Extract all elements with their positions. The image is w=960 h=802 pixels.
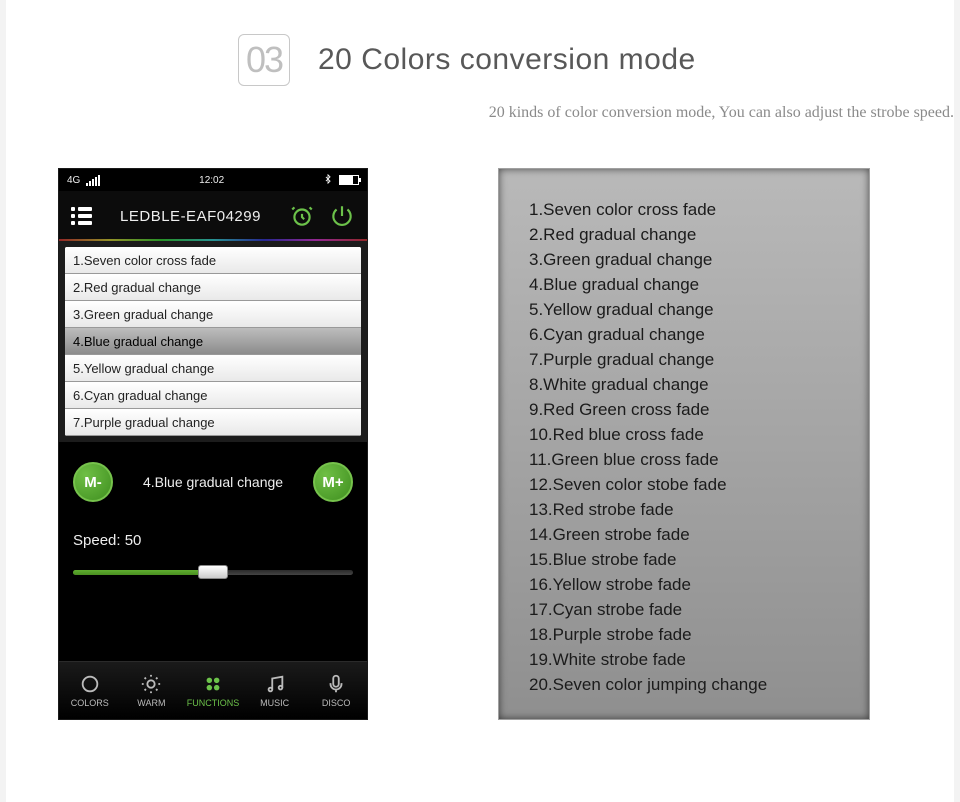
mode-line: 17.Cyan strobe fade bbox=[529, 597, 839, 622]
tab-label: FUNCTIONS bbox=[187, 698, 240, 708]
mode-list-row[interactable]: 3.Green gradual change bbox=[65, 301, 361, 328]
section-title: 20 Colors conversion mode bbox=[318, 43, 696, 77]
mode-controls: M- 4.Blue gradual change M+ bbox=[59, 442, 367, 512]
bottom-tabs: COLORS WARM FUNCTIONS MUSIC DISCO bbox=[59, 661, 367, 719]
mode-line: 13.Red strobe fade bbox=[529, 497, 839, 522]
clock-label: 12:02 bbox=[199, 175, 224, 186]
mode-line: 9.Red Green cross fade bbox=[529, 397, 839, 422]
functions-icon bbox=[202, 673, 224, 695]
mode-line: 14.Green strobe fade bbox=[529, 522, 839, 547]
music-icon bbox=[264, 673, 286, 695]
alarm-icon[interactable] bbox=[289, 203, 315, 229]
mode-line: 6.Cyan gradual change bbox=[529, 322, 839, 347]
power-icon[interactable] bbox=[329, 203, 355, 229]
mode-list-row[interactable]: 1.Seven color cross fade bbox=[65, 247, 361, 274]
mode-line: 8.White gradual change bbox=[529, 372, 839, 397]
tab-disco[interactable]: DISCO bbox=[305, 662, 367, 719]
mode-list-row[interactable]: 2.Red gradual change bbox=[65, 274, 361, 301]
tab-label: MUSIC bbox=[260, 698, 289, 708]
mode-list-row[interactable]: 4.Blue gradual change bbox=[65, 328, 361, 355]
current-mode-label: 4.Blue gradual change bbox=[143, 474, 283, 490]
warm-icon bbox=[140, 673, 162, 695]
mode-list-row[interactable]: 5.Yellow gradual change bbox=[65, 355, 361, 382]
page-edge bbox=[954, 0, 960, 802]
mode-list-row[interactable]: 6.Cyan gradual change bbox=[65, 382, 361, 409]
app-header: LEDBLE-EAF04299 bbox=[59, 191, 367, 241]
network-label: 4G bbox=[67, 175, 80, 186]
status-bar: 4G 12:02 bbox=[59, 169, 367, 191]
page-edge bbox=[0, 0, 6, 802]
mode-line: 3.Green gradual change bbox=[529, 247, 839, 272]
speed-label: Speed: 50 bbox=[73, 532, 353, 549]
mode-line: 18.Purple strobe fade bbox=[529, 622, 839, 647]
speed-slider[interactable] bbox=[73, 563, 353, 581]
mode-line: 7.Purple gradual change bbox=[529, 347, 839, 372]
modes-panel: 1.Seven color cross fade2.Red gradual ch… bbox=[498, 168, 870, 720]
tab-label: DISCO bbox=[322, 698, 351, 708]
mode-line: 15.Blue strobe fade bbox=[529, 547, 839, 572]
mode-list-row[interactable]: 7.Purple gradual change bbox=[65, 409, 361, 436]
bluetooth-icon bbox=[323, 174, 333, 187]
mode-line: 12.Seven color stobe fade bbox=[529, 472, 839, 497]
mode-line: 10.Red blue cross fade bbox=[529, 422, 839, 447]
section-subtitle: 20 kinds of color conversion mode, You c… bbox=[0, 104, 960, 122]
tab-label: COLORS bbox=[71, 698, 109, 708]
mode-line: 2.Red gradual change bbox=[529, 222, 839, 247]
speed-control: Speed: 50 bbox=[59, 512, 367, 605]
tab-colors[interactable]: COLORS bbox=[59, 662, 121, 719]
device-title: LEDBLE-EAF04299 bbox=[120, 208, 261, 225]
phone-screenshot: 4G 12:02 LEDBLE-EAF04299 bbox=[58, 168, 368, 720]
tab-music[interactable]: MUSIC bbox=[244, 662, 306, 719]
colors-icon bbox=[79, 673, 101, 695]
section-number-badge: 03 bbox=[238, 34, 290, 86]
disco-icon bbox=[325, 673, 347, 695]
menu-icon[interactable] bbox=[71, 207, 92, 225]
tab-label: WARM bbox=[137, 698, 165, 708]
mode-line: 11.Green blue cross fade bbox=[529, 447, 839, 472]
mode-line: 1.Seven color cross fade bbox=[529, 197, 839, 222]
mode-line: 16.Yellow strobe fade bbox=[529, 572, 839, 597]
signal-icon bbox=[86, 175, 100, 186]
next-mode-button[interactable]: M+ bbox=[313, 462, 353, 502]
tab-functions[interactable]: FUNCTIONS bbox=[182, 662, 244, 719]
section-number: 03 bbox=[246, 39, 282, 81]
mode-line: 5.Yellow gradual change bbox=[529, 297, 839, 322]
mode-line: 4.Blue gradual change bbox=[529, 272, 839, 297]
section-header: 03 20 Colors conversion mode bbox=[0, 0, 960, 86]
battery-icon bbox=[339, 175, 359, 185]
mode-list[interactable]: 1.Seven color cross fade2.Red gradual ch… bbox=[59, 241, 367, 442]
mode-line: 19.White strobe fade bbox=[529, 647, 839, 672]
tab-warm[interactable]: WARM bbox=[121, 662, 183, 719]
prev-mode-button[interactable]: M- bbox=[73, 462, 113, 502]
mode-line: 20.Seven color jumping change bbox=[529, 672, 839, 697]
